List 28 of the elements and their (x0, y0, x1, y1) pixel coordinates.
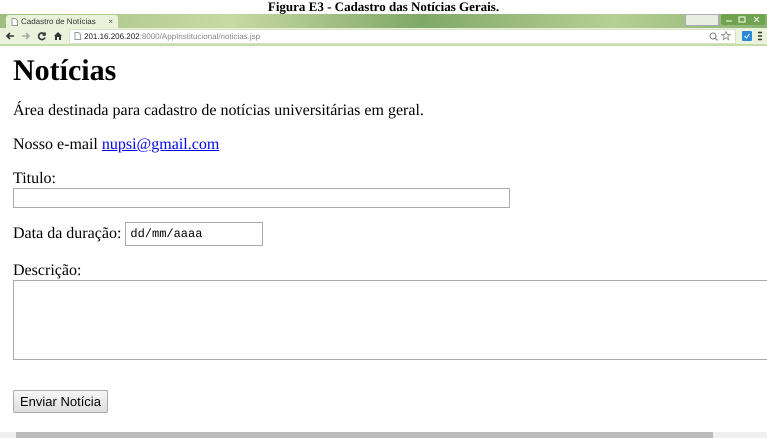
description-field[interactable] (13, 280, 767, 360)
page-icon (11, 18, 18, 26)
forward-icon[interactable] (21, 31, 31, 41)
intro-text: Área destinada para cadastro de notícias universitárias em geral. (13, 102, 425, 120)
back-icon[interactable] (5, 31, 15, 41)
page-icon (74, 32, 81, 40)
star-icon[interactable] (721, 31, 731, 41)
figure-caption: Figura E3 - Cadastro das Notícias Gerais. (268, 0, 500, 14)
title-field[interactable] (13, 188, 510, 208)
field-label: Data da duração: (13, 225, 122, 243)
date-field[interactable]: dd/mm/aaaa (125, 222, 264, 246)
submit-button[interactable]: Enviar Notícia (13, 390, 108, 413)
reload-icon[interactable] (37, 31, 47, 41)
browser-tab[interactable]: Cadastro de Notícias × (6, 15, 118, 28)
field-label: Titulo: (13, 170, 57, 188)
menu-icon[interactable] (758, 31, 762, 41)
zoom-icon[interactable] (709, 32, 718, 40)
horizontal-scrollbar[interactable] (0, 432, 767, 438)
email-label: Nosso e-mail (13, 136, 98, 153)
field-label: Descrição: (13, 262, 82, 280)
url-text: 201.16.206.202:8000/AppInstitucional/noticias.jsp (84, 32, 260, 40)
email-link[interactable]: nupsi@gmail.com (102, 136, 220, 153)
profile-button[interactable] (685, 14, 719, 26)
home-icon[interactable] (53, 31, 63, 41)
page-heading: Notícias (13, 54, 118, 88)
window-controls[interactable] (721, 14, 765, 25)
extension-icon[interactable] (742, 31, 752, 41)
address-bar[interactable]: 201.16.206.202:8000/AppInstitucional/noticias.jsp (69, 28, 736, 44)
